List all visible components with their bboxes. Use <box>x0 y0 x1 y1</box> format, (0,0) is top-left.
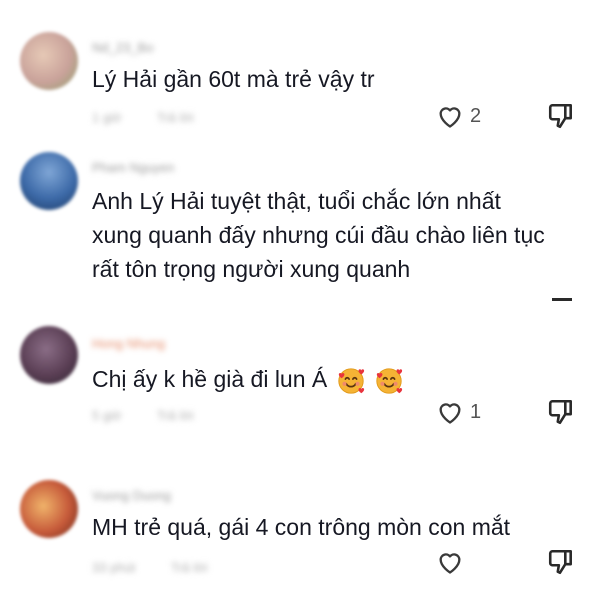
username[interactable]: Pham Nguyen <box>92 160 174 176</box>
like-button[interactable]: 2 <box>436 102 481 130</box>
comment-meta: 1 giờ Trả lời <box>92 110 226 128</box>
avatar[interactable] <box>20 32 78 90</box>
comment-text: Lý Hải gần 60t mà trẻ vậy tr <box>92 66 375 92</box>
smiling-face-with-hearts-icon <box>376 368 403 394</box>
thumbs-down-icon[interactable] <box>548 548 574 576</box>
comment-time: 5 giờ <box>92 408 122 423</box>
username[interactable]: Nd_23_Bo <box>92 40 153 56</box>
comment-item: Vuong Duong MH trẻ quá, gái 4 con trông … <box>0 460 600 600</box>
comment-text: Chị ấy k hề già đi lun Á <box>92 362 572 396</box>
thumbs-down-icon-partial <box>552 298 572 307</box>
comment-item: Pham Nguyen Anh Lý Hải tuyệt thật, tuổi … <box>0 140 600 310</box>
reply-button[interactable]: Trả lời <box>157 408 194 423</box>
like-button[interactable]: 1 <box>436 398 481 426</box>
comment-text-content: Chị ấy k hề già đi lun Á <box>92 366 328 392</box>
comment-item: Hong Nhung Chị ấy k hề già đi lun Á 5 gi… <box>0 310 600 460</box>
comment-item: Nd_23_Bo Lý Hải gần 60t mà trẻ vậy tr 1 … <box>0 0 600 140</box>
avatar[interactable] <box>20 152 78 210</box>
avatar[interactable] <box>20 480 78 538</box>
comment-meta: 5 giờ Trả lời <box>92 408 226 426</box>
heart-icon <box>439 403 461 424</box>
like-button[interactable] <box>436 548 470 576</box>
like-count: 1 <box>470 400 482 423</box>
reply-button[interactable]: Trả lời <box>157 110 194 125</box>
comment-text: Anh Lý Hải tuyệt thật, tuổi chắc lớn nhấ… <box>92 188 545 282</box>
heart-icon <box>439 553 461 574</box>
smiling-face-with-hearts-icon <box>337 368 364 394</box>
username[interactable]: Hong Nhung <box>92 336 165 352</box>
comment-text: MH trẻ quá, gái 4 con trông mòn con mắt <box>92 514 511 540</box>
thumbs-down-icon[interactable] <box>548 398 574 426</box>
username[interactable]: Vuong Duong <box>92 488 171 504</box>
comment-meta: 33 phút Trả lời <box>92 560 240 578</box>
avatar[interactable] <box>20 326 78 384</box>
reply-button[interactable]: Trả lời <box>171 560 208 575</box>
like-count: 2 <box>470 104 482 127</box>
comment-time: 33 phút <box>92 560 136 575</box>
comment-time: 1 giờ <box>92 110 122 125</box>
thumbs-down-icon[interactable] <box>548 102 574 130</box>
heart-icon <box>439 107 461 128</box>
